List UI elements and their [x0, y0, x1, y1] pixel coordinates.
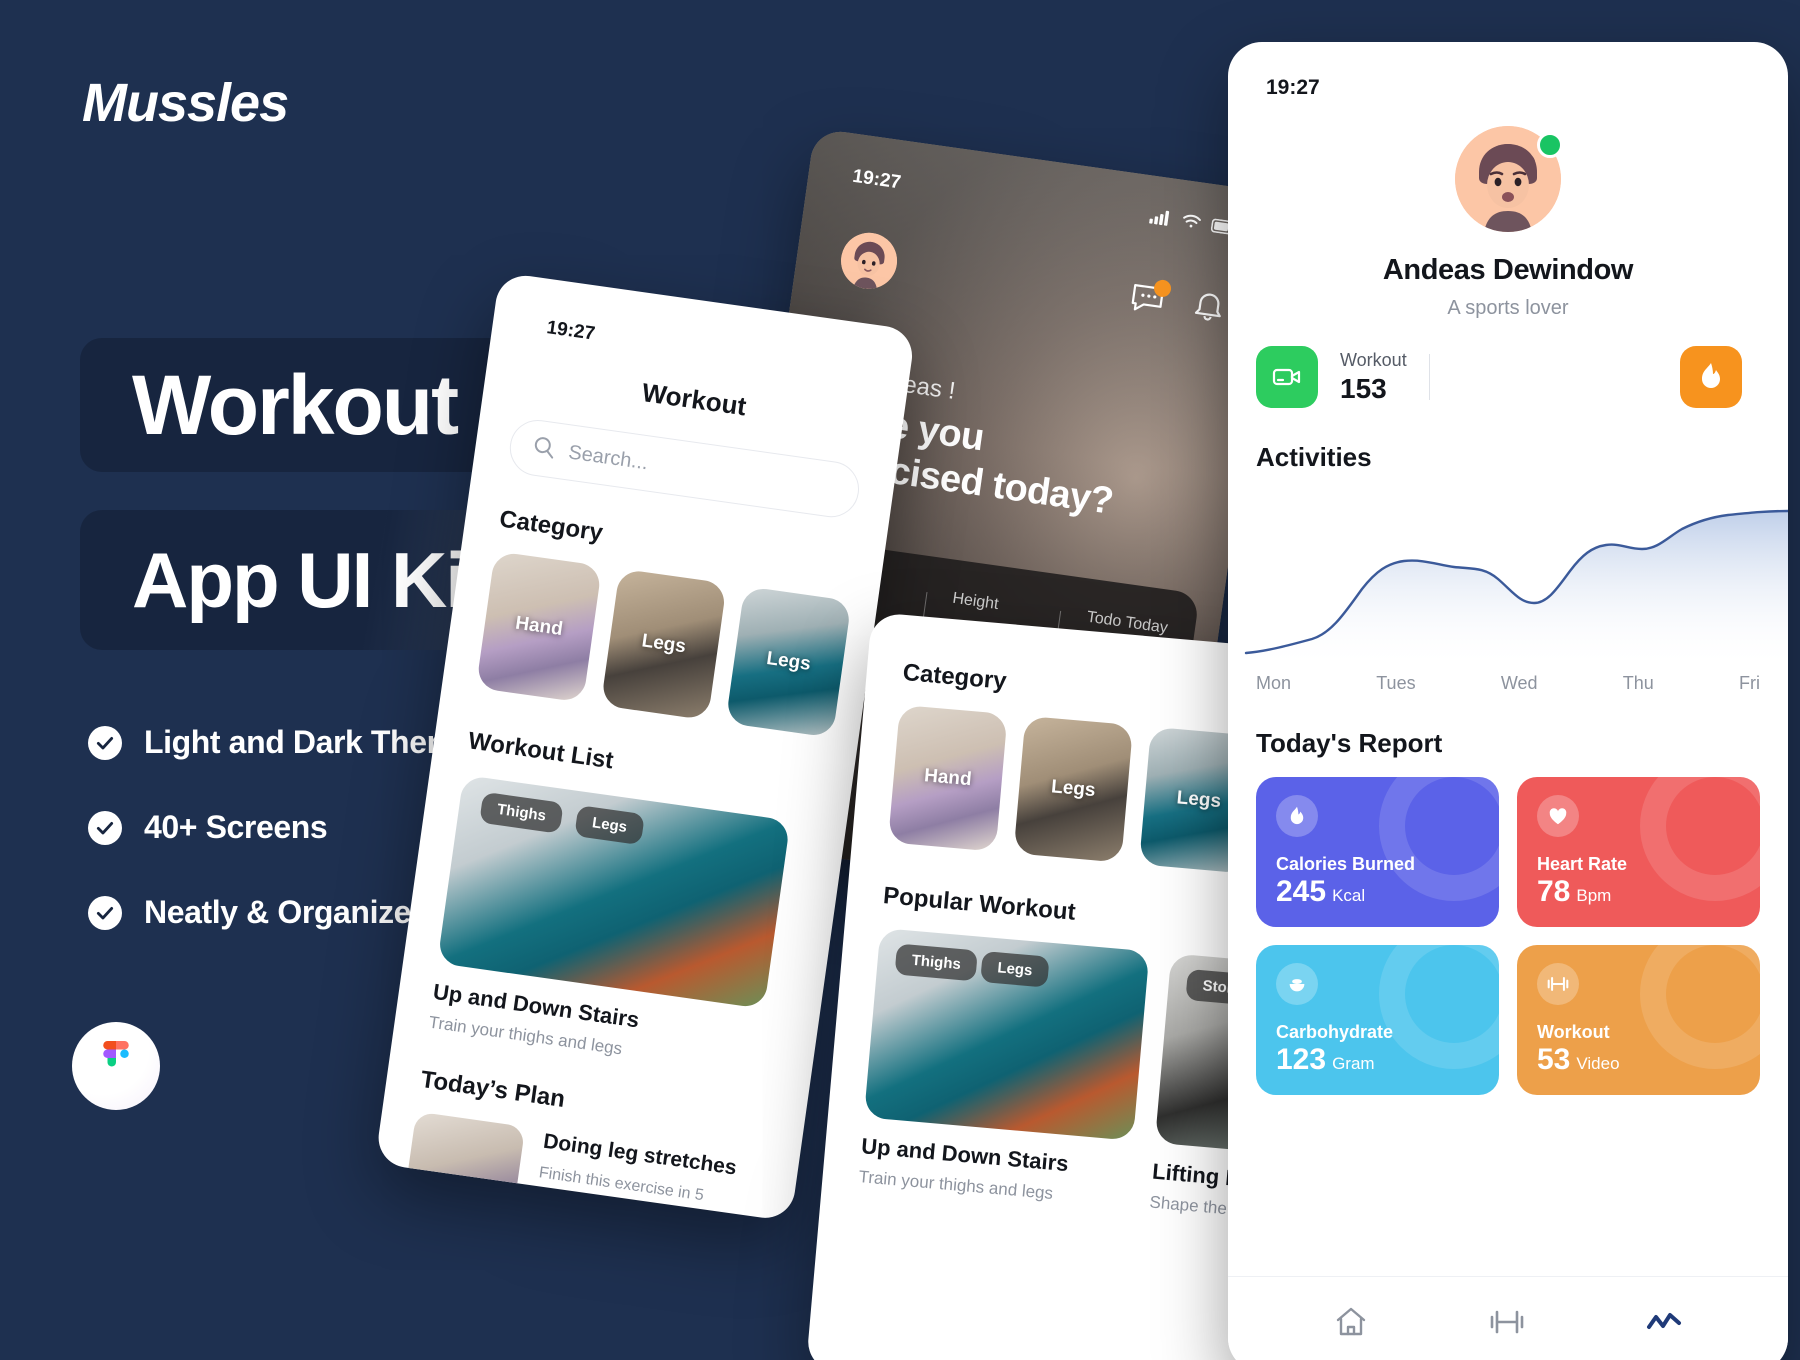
report-heading: Today's Report	[1256, 728, 1443, 758]
avatar[interactable]	[1455, 126, 1563, 232]
wifi-icon	[1180, 212, 1203, 237]
brand-title: Mussles	[82, 73, 289, 133]
profile-bio: A sports lover	[1447, 297, 1569, 319]
report-unit: Gram	[1332, 1054, 1375, 1073]
promo-canvas: Mussles Workout App UI Kits Light and Da…	[0, 0, 1800, 1360]
chart-x-tick: Wed	[1500, 673, 1538, 693]
chart-x-tick: Thu	[1622, 673, 1654, 693]
report-label: Heart Rate	[1537, 854, 1628, 874]
video-camera-icon[interactable]	[1256, 346, 1318, 408]
profile-metrics: Workout 153	[1256, 346, 1760, 408]
notification-badge-dot	[1153, 278, 1173, 298]
report-label: Calories Burned	[1276, 854, 1416, 874]
category-tile[interactable]: Hand	[887, 704, 1008, 852]
phone-profile-screen: 19:27 Andeas Dewindow A sports lover Wor…	[1228, 42, 1788, 1360]
bottom-navigation	[1228, 1276, 1788, 1360]
todays-plan-section: Today’s Plan Doing leg stretches Finish …	[401, 1066, 805, 1222]
category-tile[interactable]: Legs	[1013, 715, 1134, 863]
category-tile[interactable]: Hand	[475, 551, 603, 703]
workout-list-section: Workout List Thighs Legs Up and Down Sta…	[427, 727, 852, 1086]
chart-x-tick: Mon	[1256, 673, 1292, 693]
feature-label: Light and Dark Theme	[144, 724, 473, 760]
heart-icon	[1537, 795, 1579, 837]
report-value: 245	[1276, 875, 1327, 908]
chart-x-axis: Mon Tues Wed Thu Fri	[1256, 673, 1760, 694]
phone-category-screen: Category Hand Legs Legs Popular Workout …	[805, 612, 1301, 1360]
flame-icon	[1276, 795, 1318, 837]
report-label: Workout	[1537, 1022, 1610, 1042]
report-card-workout[interactable]: Workout 53 Video	[1517, 945, 1760, 1095]
figma-logo-icon	[72, 1022, 160, 1110]
status-time: 19:27	[1266, 76, 1320, 99]
tag-chip: Thighs	[479, 791, 564, 834]
report-label: Carbohydrate	[1276, 1022, 1394, 1042]
activities-chart	[1228, 485, 1788, 665]
dumbbell-icon	[1537, 963, 1579, 1005]
workout-card[interactable]: Thighs Legs Up and Down Stairs Train you…	[858, 927, 1150, 1211]
report-card-heart-rate[interactable]: Heart Rate 78 Bpm	[1517, 777, 1760, 927]
category-label: Legs	[1050, 776, 1097, 802]
chart-x-tick: Fri	[1738, 673, 1760, 693]
chart-x-tick: Tues	[1376, 673, 1416, 693]
category-label: Hand	[514, 612, 565, 641]
search-input[interactable]: Search...	[506, 416, 863, 521]
report-value: 78	[1537, 875, 1571, 908]
signal-bars-icon	[1148, 208, 1173, 233]
category-tile[interactable]: Legs	[600, 568, 727, 721]
report-unit: Bpm	[1576, 886, 1612, 905]
search-placeholder: Search...	[567, 440, 650, 474]
workout-image: Thighs Legs	[863, 927, 1150, 1141]
bowl-icon	[1276, 963, 1318, 1005]
profile-name: Andeas Dewindow	[1382, 254, 1634, 286]
activities-heading: Activities	[1256, 442, 1372, 472]
home-icon[interactable]	[1334, 1306, 1368, 1343]
category-label: Legs	[640, 630, 688, 658]
check-circle-icon	[88, 810, 122, 845]
workout-card[interactable]: Thighs Legs Up and Down Stairs Train you…	[427, 774, 791, 1078]
report-card-calories[interactable]: Calories Burned 245 Kcal	[1256, 777, 1499, 927]
flame-icon[interactable]	[1680, 346, 1742, 408]
tag-chip: Thighs	[894, 943, 979, 982]
check-circle-icon	[88, 895, 122, 930]
activity-icon[interactable]	[1646, 1309, 1682, 1340]
metric-label: Workout	[1340, 349, 1407, 370]
category-section: Category Hand Legs Legs	[475, 505, 884, 741]
feature-label: 40+ Screens	[144, 809, 328, 845]
search-icon	[531, 434, 557, 464]
report-value: 53	[1537, 1043, 1571, 1076]
user-avatar[interactable]	[837, 229, 901, 293]
metric-value: 153	[1340, 372, 1387, 404]
category-label: Hand	[923, 765, 973, 791]
dumbbell-icon[interactable]	[1489, 1309, 1525, 1340]
headline-workout-label: Workout	[132, 357, 459, 452]
report-unit: Video	[1576, 1054, 1620, 1073]
message-icon[interactable]	[1128, 278, 1173, 319]
category-label: Legs	[765, 647, 813, 675]
report-unit: Kcal	[1332, 886, 1366, 905]
online-status-dot	[1537, 132, 1563, 158]
bell-icon[interactable]	[1191, 288, 1226, 329]
tag-chip: Legs	[574, 805, 645, 846]
plan-thumbnail	[401, 1111, 526, 1222]
check-circle-icon	[88, 725, 122, 760]
workout-image: Thighs Legs	[437, 774, 791, 1009]
popular-workout-section: Popular Workout Thighs Legs Up and Down …	[858, 882, 1301, 1222]
report-value: 123	[1276, 1043, 1327, 1076]
report-card-grid: Calories Burned 245 Kcal Heart Rate 78 Bpm	[1256, 777, 1760, 1095]
report-card-carbohydrate[interactable]: Carbohydrate 123 Gram	[1256, 945, 1499, 1095]
category-tile[interactable]: Legs	[725, 586, 852, 738]
divider	[1428, 354, 1430, 400]
tag-chip: Legs	[980, 950, 1050, 988]
metric-workout: Workout 153	[1340, 350, 1407, 405]
